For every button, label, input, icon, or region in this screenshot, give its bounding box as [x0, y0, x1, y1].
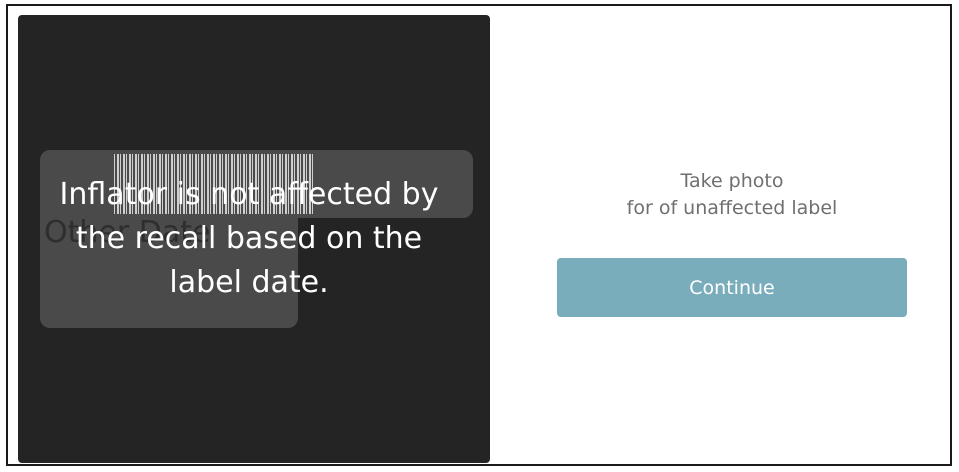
photo-instruction: Take photo for of unaffected label [557, 168, 907, 222]
instruction-line-2: for of unaffected label [626, 197, 838, 219]
continue-button[interactable]: Continue [557, 258, 907, 317]
recall-status-message: Inflator is not affected by the recall b… [59, 177, 439, 300]
camera-preview: Other Date Inflator is not affected by t… [18, 15, 490, 463]
instruction-line-1: Take photo [680, 170, 784, 192]
